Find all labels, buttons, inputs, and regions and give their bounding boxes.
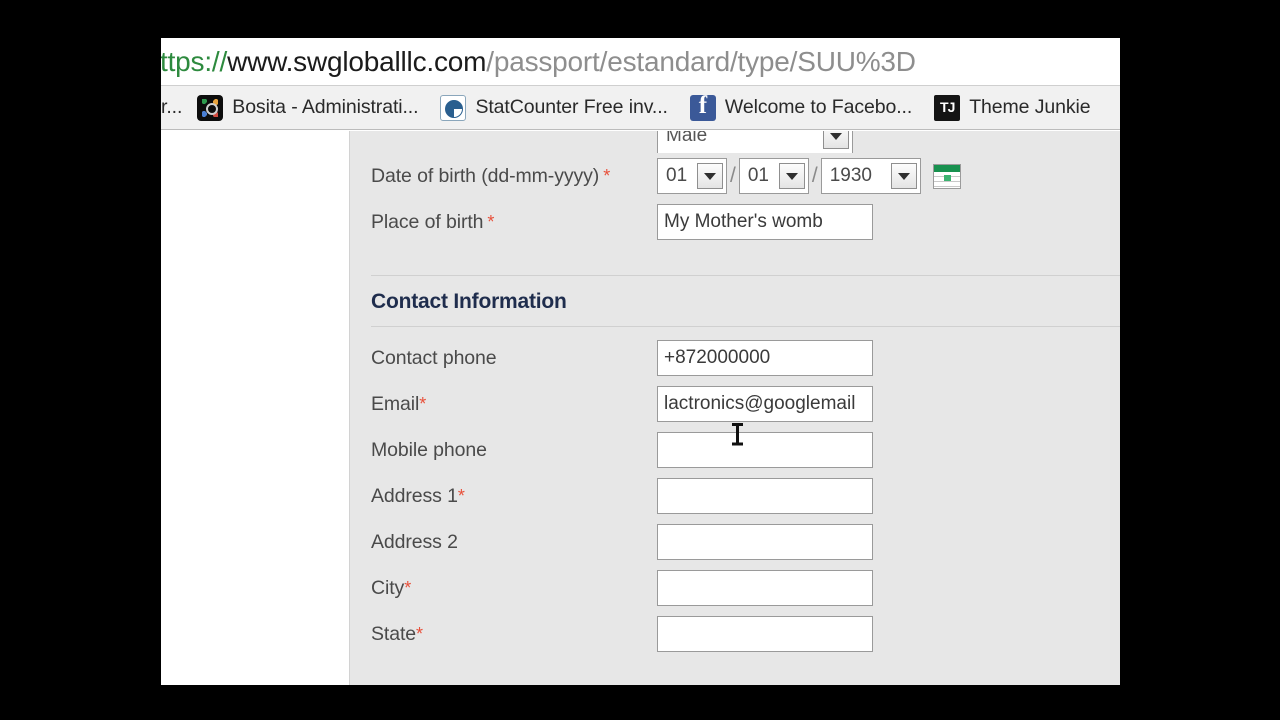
gender-select[interactable]: Male <box>657 131 853 153</box>
state-label: State* <box>371 623 657 646</box>
city-row: City* <box>351 565 1120 611</box>
dob-month-value: 01 <box>747 165 769 186</box>
statcounter-icon <box>440 94 467 121</box>
browser-window: ttps://www.swgloballlc.com/passport/esta… <box>161 38 1120 685</box>
bookmark-label: StatCounter Free inv... <box>475 96 668 118</box>
dob-month-select[interactable]: 01 <box>738 158 809 194</box>
bookmark-label: Welcome to Facebo... <box>724 96 913 118</box>
address-2-label-text: Address 2 <box>371 530 458 553</box>
state-input[interactable] <box>657 616 873 652</box>
text-cursor-icon <box>732 423 743 445</box>
city-input[interactable] <box>657 570 873 606</box>
calendar-picker-icon[interactable] <box>932 163 961 189</box>
place-of-birth-input[interactable]: My Mother's womb <box>657 204 873 240</box>
bookmark-label: Theme Junkie <box>969 96 1091 118</box>
url-text: ttps://www.swgloballlc.com/passport/esta… <box>161 45 916 77</box>
required-asterisk: * <box>419 393 427 414</box>
email-label-text: Email <box>371 392 420 415</box>
required-asterisk: * <box>487 211 495 232</box>
place-of-birth-label: Place of birth * <box>371 211 657 234</box>
chevron-down-icon[interactable] <box>823 131 849 149</box>
dob-year-select[interactable]: 1930 <box>820 158 921 194</box>
address-2-input[interactable] <box>657 524 873 560</box>
dob-day-select[interactable]: 01 <box>657 158 727 194</box>
chevron-down-icon[interactable] <box>697 163 723 189</box>
required-asterisk: * <box>457 485 465 506</box>
email-field[interactable]: lactronics@googlemail <box>657 386 873 422</box>
mobile-phone-label-text: Mobile phone <box>371 438 487 461</box>
theme-junkie-icon <box>934 94 961 121</box>
bookmark-item-facebook[interactable]: Welcome to Facebo... <box>679 88 923 128</box>
date-separator: / <box>730 164 736 187</box>
contact-phone-label: Contact phone <box>371 347 657 370</box>
facebook-icon <box>689 94 716 121</box>
contact-phone-row: Contact phone +872000000 <box>351 335 1120 381</box>
gender-value: Male <box>666 131 708 146</box>
form-left-column: Male Date of birth (dd-mm-yyyy) * 01 / 0… <box>351 131 1120 657</box>
chevron-down-icon[interactable] <box>890 163 917 189</box>
state-label-text: State <box>371 622 417 645</box>
address-2-row: Address 2 <box>351 519 1120 565</box>
email-row: Email* lactronics@googlemail <box>351 381 1120 427</box>
address-bar[interactable]: ttps://www.swgloballlc.com/passport/esta… <box>161 38 1120 86</box>
city-label: City* <box>371 577 657 600</box>
address-1-label-text: Address 1 <box>371 484 458 507</box>
dob-day-value: 01 <box>666 165 688 186</box>
address-1-input[interactable] <box>657 478 873 514</box>
url-path: /passport/estandard/type/SUU%3D <box>486 45 916 77</box>
contact-phone-input[interactable]: +872000000 <box>657 340 873 376</box>
place-of-birth-row: Place of birth * My Mother's womb <box>351 199 1120 245</box>
place-of-birth-label-text: Place of birth <box>371 210 484 233</box>
state-row: State* <box>351 611 1120 657</box>
bookmark-item-statcounter[interactable]: StatCounter Free inv... <box>429 88 678 128</box>
address-2-label: Address 2 <box>371 531 657 554</box>
chevron-down-icon[interactable] <box>778 163 805 189</box>
bookmark-label: Bosita - Administrati... <box>232 96 419 118</box>
left-sidebar-panel <box>161 131 350 685</box>
required-asterisk: * <box>404 577 412 598</box>
screen-letterbox: ttps://www.swgloballlc.com/passport/esta… <box>0 0 1280 720</box>
date-of-birth-row: Date of birth (dd-mm-yyyy)* 01 / 01 / 1 <box>351 153 1120 199</box>
contact-phone-label-text: Contact phone <box>371 346 497 369</box>
mobile-phone-label: Mobile phone <box>371 439 657 462</box>
date-of-birth-label: Date of birth (dd-mm-yyyy) * <box>371 165 657 188</box>
mobile-phone-input[interactable] <box>657 432 873 468</box>
required-asterisk: * <box>416 623 423 644</box>
dob-year-value: 1930 <box>829 165 872 186</box>
bookmark-item[interactable]: r... <box>161 88 186 128</box>
calendar-icon-header <box>933 164 960 172</box>
bookmark-item-bosita[interactable]: Bosita - Administrati... <box>186 88 429 128</box>
contact-information-heading: Contact Information <box>371 290 567 313</box>
date-separator: / <box>811 164 818 187</box>
url-host: www.swgloballlc.com <box>227 45 487 77</box>
calendar-icon-selected-day <box>943 174 951 181</box>
city-label-text: City <box>371 576 405 599</box>
gender-row: Male <box>351 131 1120 153</box>
bookmarks-bar: r... Bosita - Administrati... StatCounte… <box>161 86 1120 130</box>
url-scheme: ttps:// <box>161 45 228 77</box>
joomla-icon <box>197 94 224 121</box>
date-of-birth-label-text: Date of birth (dd-mm-yyyy) <box>371 164 600 187</box>
bookmark-label: r... <box>161 96 183 118</box>
address-1-row: Address 1* <box>351 473 1120 519</box>
address-1-label: Address 1* <box>371 485 657 508</box>
page-viewport: Male Date of birth (dd-mm-yyyy) * 01 / 0… <box>161 131 1120 685</box>
passport-form: Male Date of birth (dd-mm-yyyy) * 01 / 0… <box>351 131 1120 685</box>
email-label: Email* <box>371 393 657 416</box>
required-asterisk: * <box>603 165 611 186</box>
bookmark-item-theme-junkie[interactable]: Theme Junkie <box>923 88 1101 128</box>
